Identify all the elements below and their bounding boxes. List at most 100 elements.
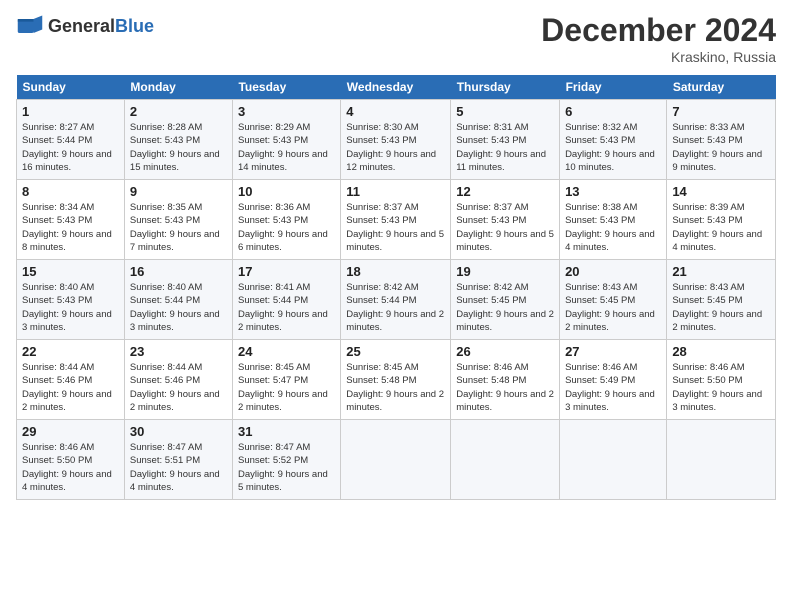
day-info: Sunrise: 8:35 AM Sunset: 5:43 PM Dayligh… — [130, 201, 227, 254]
calendar-cell: 9 Sunrise: 8:35 AM Sunset: 5:43 PM Dayli… — [124, 180, 232, 260]
col-tuesday: Tuesday — [232, 75, 340, 100]
day-number: 26 — [456, 344, 554, 359]
day-number: 1 — [22, 104, 119, 119]
logo: GeneralBlue — [16, 12, 154, 40]
calendar-cell: 20 Sunrise: 8:43 AM Sunset: 5:45 PM Dayl… — [560, 260, 667, 340]
day-number: 6 — [565, 104, 661, 119]
calendar-cell: 16 Sunrise: 8:40 AM Sunset: 5:44 PM Dayl… — [124, 260, 232, 340]
day-info: Sunrise: 8:47 AM Sunset: 5:51 PM Dayligh… — [130, 441, 227, 494]
day-number: 13 — [565, 184, 661, 199]
calendar-cell: 8 Sunrise: 8:34 AM Sunset: 5:43 PM Dayli… — [17, 180, 125, 260]
day-info: Sunrise: 8:46 AM Sunset: 5:49 PM Dayligh… — [565, 361, 661, 414]
day-number: 22 — [22, 344, 119, 359]
day-info: Sunrise: 8:37 AM Sunset: 5:43 PM Dayligh… — [456, 201, 554, 254]
day-info: Sunrise: 8:34 AM Sunset: 5:43 PM Dayligh… — [22, 201, 119, 254]
header: GeneralBlue December 2024 Kraskino, Russ… — [16, 12, 776, 65]
day-info: Sunrise: 8:32 AM Sunset: 5:43 PM Dayligh… — [565, 121, 661, 174]
day-number: 27 — [565, 344, 661, 359]
day-number: 25 — [346, 344, 445, 359]
calendar-cell: 7 Sunrise: 8:33 AM Sunset: 5:43 PM Dayli… — [667, 100, 776, 180]
calendar-cell: 10 Sunrise: 8:36 AM Sunset: 5:43 PM Dayl… — [232, 180, 340, 260]
day-number: 24 — [238, 344, 335, 359]
col-monday: Monday — [124, 75, 232, 100]
col-sunday: Sunday — [17, 75, 125, 100]
calendar-cell: 5 Sunrise: 8:31 AM Sunset: 5:43 PM Dayli… — [451, 100, 560, 180]
calendar-cell: 23 Sunrise: 8:44 AM Sunset: 5:46 PM Dayl… — [124, 340, 232, 420]
col-friday: Friday — [560, 75, 667, 100]
logo-blue: Blue — [115, 16, 154, 36]
day-number: 31 — [238, 424, 335, 439]
day-info: Sunrise: 8:30 AM Sunset: 5:43 PM Dayligh… — [346, 121, 445, 174]
day-info: Sunrise: 8:28 AM Sunset: 5:43 PM Dayligh… — [130, 121, 227, 174]
title-section: December 2024 Kraskino, Russia — [541, 12, 776, 65]
col-thursday: Thursday — [451, 75, 560, 100]
day-number: 7 — [672, 104, 770, 119]
calendar-cell: 1 Sunrise: 8:27 AM Sunset: 5:44 PM Dayli… — [17, 100, 125, 180]
col-wednesday: Wednesday — [341, 75, 451, 100]
calendar-cell: 12 Sunrise: 8:37 AM Sunset: 5:43 PM Dayl… — [451, 180, 560, 260]
day-number: 16 — [130, 264, 227, 279]
calendar-cell: 28 Sunrise: 8:46 AM Sunset: 5:50 PM Dayl… — [667, 340, 776, 420]
col-saturday: Saturday — [667, 75, 776, 100]
day-number: 8 — [22, 184, 119, 199]
logo-general: General — [48, 16, 115, 36]
calendar-week-2: 15 Sunrise: 8:40 AM Sunset: 5:43 PM Dayl… — [17, 260, 776, 340]
location-title: Kraskino, Russia — [541, 49, 776, 65]
calendar-cell — [560, 420, 667, 500]
calendar-cell: 3 Sunrise: 8:29 AM Sunset: 5:43 PM Dayli… — [232, 100, 340, 180]
day-number: 4 — [346, 104, 445, 119]
day-info: Sunrise: 8:42 AM Sunset: 5:45 PM Dayligh… — [456, 281, 554, 334]
day-number: 28 — [672, 344, 770, 359]
day-info: Sunrise: 8:40 AM Sunset: 5:43 PM Dayligh… — [22, 281, 119, 334]
day-info: Sunrise: 8:47 AM Sunset: 5:52 PM Dayligh… — [238, 441, 335, 494]
day-info: Sunrise: 8:31 AM Sunset: 5:43 PM Dayligh… — [456, 121, 554, 174]
calendar-cell: 18 Sunrise: 8:42 AM Sunset: 5:44 PM Dayl… — [341, 260, 451, 340]
day-info: Sunrise: 8:33 AM Sunset: 5:43 PM Dayligh… — [672, 121, 770, 174]
day-number: 10 — [238, 184, 335, 199]
day-info: Sunrise: 8:38 AM Sunset: 5:43 PM Dayligh… — [565, 201, 661, 254]
calendar-cell: 29 Sunrise: 8:46 AM Sunset: 5:50 PM Dayl… — [17, 420, 125, 500]
day-number: 20 — [565, 264, 661, 279]
calendar-cell: 21 Sunrise: 8:43 AM Sunset: 5:45 PM Dayl… — [667, 260, 776, 340]
day-number: 17 — [238, 264, 335, 279]
day-number: 9 — [130, 184, 227, 199]
calendar-cell: 17 Sunrise: 8:41 AM Sunset: 5:44 PM Dayl… — [232, 260, 340, 340]
day-number: 3 — [238, 104, 335, 119]
calendar-cell: 6 Sunrise: 8:32 AM Sunset: 5:43 PM Dayli… — [560, 100, 667, 180]
day-info: Sunrise: 8:46 AM Sunset: 5:50 PM Dayligh… — [22, 441, 119, 494]
day-info: Sunrise: 8:39 AM Sunset: 5:43 PM Dayligh… — [672, 201, 770, 254]
calendar-cell: 11 Sunrise: 8:37 AM Sunset: 5:43 PM Dayl… — [341, 180, 451, 260]
day-number: 5 — [456, 104, 554, 119]
day-info: Sunrise: 8:45 AM Sunset: 5:47 PM Dayligh… — [238, 361, 335, 414]
calendar-cell — [451, 420, 560, 500]
month-title: December 2024 — [541, 12, 776, 49]
day-info: Sunrise: 8:42 AM Sunset: 5:44 PM Dayligh… — [346, 281, 445, 334]
calendar-week-0: 1 Sunrise: 8:27 AM Sunset: 5:44 PM Dayli… — [17, 100, 776, 180]
day-info: Sunrise: 8:43 AM Sunset: 5:45 PM Dayligh… — [565, 281, 661, 334]
calendar-cell: 31 Sunrise: 8:47 AM Sunset: 5:52 PM Dayl… — [232, 420, 340, 500]
calendar-body: 1 Sunrise: 8:27 AM Sunset: 5:44 PM Dayli… — [17, 100, 776, 500]
calendar-table: Sunday Monday Tuesday Wednesday Thursday… — [16, 75, 776, 500]
calendar-cell — [341, 420, 451, 500]
day-number: 18 — [346, 264, 445, 279]
day-info: Sunrise: 8:41 AM Sunset: 5:44 PM Dayligh… — [238, 281, 335, 334]
calendar-cell: 4 Sunrise: 8:30 AM Sunset: 5:43 PM Dayli… — [341, 100, 451, 180]
calendar-week-3: 22 Sunrise: 8:44 AM Sunset: 5:46 PM Dayl… — [17, 340, 776, 420]
day-info: Sunrise: 8:44 AM Sunset: 5:46 PM Dayligh… — [130, 361, 227, 414]
day-number: 21 — [672, 264, 770, 279]
day-info: Sunrise: 8:43 AM Sunset: 5:45 PM Dayligh… — [672, 281, 770, 334]
day-info: Sunrise: 8:46 AM Sunset: 5:48 PM Dayligh… — [456, 361, 554, 414]
day-info: Sunrise: 8:44 AM Sunset: 5:46 PM Dayligh… — [22, 361, 119, 414]
day-number: 14 — [672, 184, 770, 199]
calendar-cell: 30 Sunrise: 8:47 AM Sunset: 5:51 PM Dayl… — [124, 420, 232, 500]
day-number: 11 — [346, 184, 445, 199]
calendar-cell: 25 Sunrise: 8:45 AM Sunset: 5:48 PM Dayl… — [341, 340, 451, 420]
calendar-cell: 27 Sunrise: 8:46 AM Sunset: 5:49 PM Dayl… — [560, 340, 667, 420]
day-info: Sunrise: 8:27 AM Sunset: 5:44 PM Dayligh… — [22, 121, 119, 174]
calendar-cell: 22 Sunrise: 8:44 AM Sunset: 5:46 PM Dayl… — [17, 340, 125, 420]
calendar-cell: 13 Sunrise: 8:38 AM Sunset: 5:43 PM Dayl… — [560, 180, 667, 260]
day-info: Sunrise: 8:45 AM Sunset: 5:48 PM Dayligh… — [346, 361, 445, 414]
calendar-cell: 19 Sunrise: 8:42 AM Sunset: 5:45 PM Dayl… — [451, 260, 560, 340]
day-info: Sunrise: 8:46 AM Sunset: 5:50 PM Dayligh… — [672, 361, 770, 414]
page-container: GeneralBlue December 2024 Kraskino, Russ… — [0, 0, 792, 508]
